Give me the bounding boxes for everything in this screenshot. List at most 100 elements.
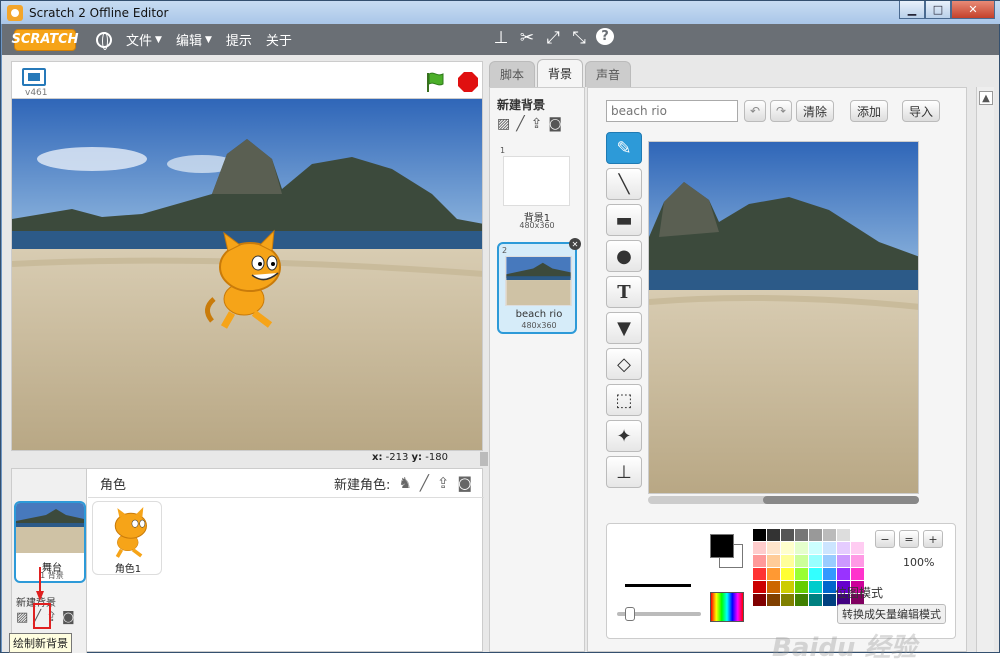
library-image-icon[interactable]: ▨	[16, 610, 28, 625]
undo-icon[interactable]: ↶	[744, 100, 766, 122]
palette-color-swatch[interactable]	[851, 542, 864, 554]
palette-color-swatch[interactable]	[795, 555, 808, 567]
palette-color-swatch[interactable]	[823, 555, 836, 567]
line-width-slider[interactable]	[617, 607, 701, 621]
menu-edit[interactable]: 编辑 ▼	[176, 30, 212, 49]
clear-button[interactable]: 清除	[796, 100, 835, 122]
delete-x-icon[interactable]: ✕	[569, 238, 581, 250]
maximize-button[interactable]: □	[925, 1, 951, 19]
palette-color-swatch[interactable]	[753, 568, 766, 580]
redo-icon[interactable]: ↷	[770, 100, 792, 122]
canvas-horizontal-scrollbar[interactable]	[648, 496, 919, 504]
menu-file[interactable]: 文件 ▼	[126, 30, 162, 49]
palette-color-swatch[interactable]	[753, 594, 766, 606]
delete-scissors-icon[interactable]: ✂	[518, 28, 536, 48]
palette-color-swatch[interactable]	[809, 581, 822, 593]
duplicate-stamp-icon[interactable]: ⊥	[492, 28, 510, 48]
zoom-in-icon[interactable]: +	[923, 530, 943, 548]
grow-icon[interactable]: ⤢	[544, 28, 562, 48]
scroll-up-icon[interactable]: ▲	[979, 91, 993, 105]
stage-thumbnail[interactable]: 舞台 1 背景	[14, 501, 86, 583]
palette-color-swatch[interactable]	[781, 542, 794, 554]
palette-color-swatch[interactable]	[809, 555, 822, 567]
paint-canvas[interactable]	[648, 141, 919, 494]
palette-color-swatch[interactable]	[837, 542, 850, 554]
convert-vector-button[interactable]: 转换成矢量编辑模式	[837, 604, 946, 624]
tab-backdrops[interactable]: 背景	[537, 59, 584, 87]
palette-color-swatch[interactable]	[767, 555, 780, 567]
palette-color-swatch[interactable]	[837, 568, 850, 580]
palette-color-swatch[interactable]	[823, 529, 836, 541]
palette-color-swatch[interactable]	[795, 594, 808, 606]
palette-color-swatch[interactable]	[753, 555, 766, 567]
camera-icon[interactable]: ◙	[548, 116, 562, 132]
palette-color-swatch[interactable]	[809, 542, 822, 554]
zoom-out-icon[interactable]: −	[875, 530, 895, 548]
backdrop-name-input[interactable]	[606, 100, 738, 122]
palette-color-swatch[interactable]	[809, 594, 822, 606]
palette-color-swatch[interactable]	[809, 568, 822, 580]
close-button[interactable]: ✕	[951, 1, 995, 19]
stamp-tool-icon[interactable]: ⊥	[606, 456, 642, 488]
magic-wand-icon[interactable]: ✦	[606, 420, 642, 452]
stage-collapse-handle[interactable]	[480, 452, 488, 466]
palette-color-swatch[interactable]	[753, 542, 766, 554]
palette-color-swatch[interactable]	[851, 568, 864, 580]
slider-knob[interactable]	[625, 607, 635, 621]
palette-color-swatch[interactable]	[823, 568, 836, 580]
palette-color-swatch[interactable]	[809, 529, 822, 541]
camera-icon[interactable]: ◙	[62, 610, 75, 625]
palette-color-swatch[interactable]	[781, 529, 794, 541]
sprite-card[interactable]: 角色1	[92, 501, 162, 575]
ellipse-tool-icon[interactable]: ●	[606, 240, 642, 272]
primary-color-swatch[interactable]	[710, 534, 734, 558]
color-spectrum[interactable]	[710, 592, 744, 622]
minimize-button[interactable]: ▁	[899, 1, 925, 19]
palette-color-swatch[interactable]	[781, 568, 794, 580]
palette-color-swatch[interactable]	[753, 581, 766, 593]
backdrop-item[interactable]: ✕ 2 beach rio 480x360	[497, 238, 581, 334]
palette-color-swatch[interactable]	[837, 529, 850, 541]
upload-icon[interactable]: ⇪	[531, 116, 543, 132]
palette-color-swatch[interactable]	[795, 581, 808, 593]
palette-color-swatch[interactable]	[781, 555, 794, 567]
palette-color-swatch[interactable]	[767, 581, 780, 593]
palette-color-swatch[interactable]	[753, 529, 766, 541]
camera-sprite-icon[interactable]: ◙	[457, 474, 472, 492]
shrink-icon[interactable]: ⤡	[570, 28, 588, 48]
tab-sounds[interactable]: 声音	[585, 61, 632, 87]
tab-scripts[interactable]: 脚本	[489, 61, 536, 87]
add-button[interactable]: 添加	[850, 100, 889, 122]
palette-color-swatch[interactable]	[795, 568, 808, 580]
palette-color-swatch[interactable]	[851, 555, 864, 567]
palette-color-swatch[interactable]	[767, 529, 780, 541]
palette-color-swatch[interactable]	[851, 529, 864, 541]
stage-canvas[interactable]	[11, 98, 483, 451]
fullscreen-icon[interactable]	[22, 68, 46, 86]
palette-color-swatch[interactable]	[823, 542, 836, 554]
palette-color-swatch[interactable]	[767, 568, 780, 580]
brush-tool-icon[interactable]: ✎	[606, 132, 642, 164]
green-flag-icon[interactable]	[424, 71, 446, 93]
menu-tips[interactable]: 提示	[226, 30, 252, 49]
fill-tool-icon[interactable]: ▼	[606, 312, 642, 344]
backdrop-item[interactable]: 1 背景1 480x360	[497, 144, 577, 236]
zoom-reset-icon[interactable]: =	[899, 530, 919, 548]
palette-color-swatch[interactable]	[781, 581, 794, 593]
palette-color-swatch[interactable]	[795, 542, 808, 554]
sprite-library-icon[interactable]: ♞	[398, 474, 411, 492]
paint-brush-icon[interactable]: ╱	[516, 116, 524, 132]
paint-sprite-icon[interactable]: ╱	[420, 474, 429, 492]
palette-color-swatch[interactable]	[837, 555, 850, 567]
language-globe-icon[interactable]	[96, 31, 112, 50]
palette-color-swatch[interactable]	[781, 594, 794, 606]
palette-color-swatch[interactable]	[767, 594, 780, 606]
import-button[interactable]: 导入	[902, 100, 941, 122]
palette-color-swatch[interactable]	[795, 529, 808, 541]
scratch-logo[interactable]: SCRATCH	[11, 28, 79, 51]
upload-sprite-icon[interactable]: ⇪	[437, 474, 450, 492]
rectangle-tool-icon[interactable]: ▬	[606, 204, 642, 236]
library-image-icon[interactable]: ▨	[497, 116, 510, 132]
help-icon[interactable]: ?	[596, 28, 614, 45]
line-tool-icon[interactable]: ╲	[606, 168, 642, 200]
